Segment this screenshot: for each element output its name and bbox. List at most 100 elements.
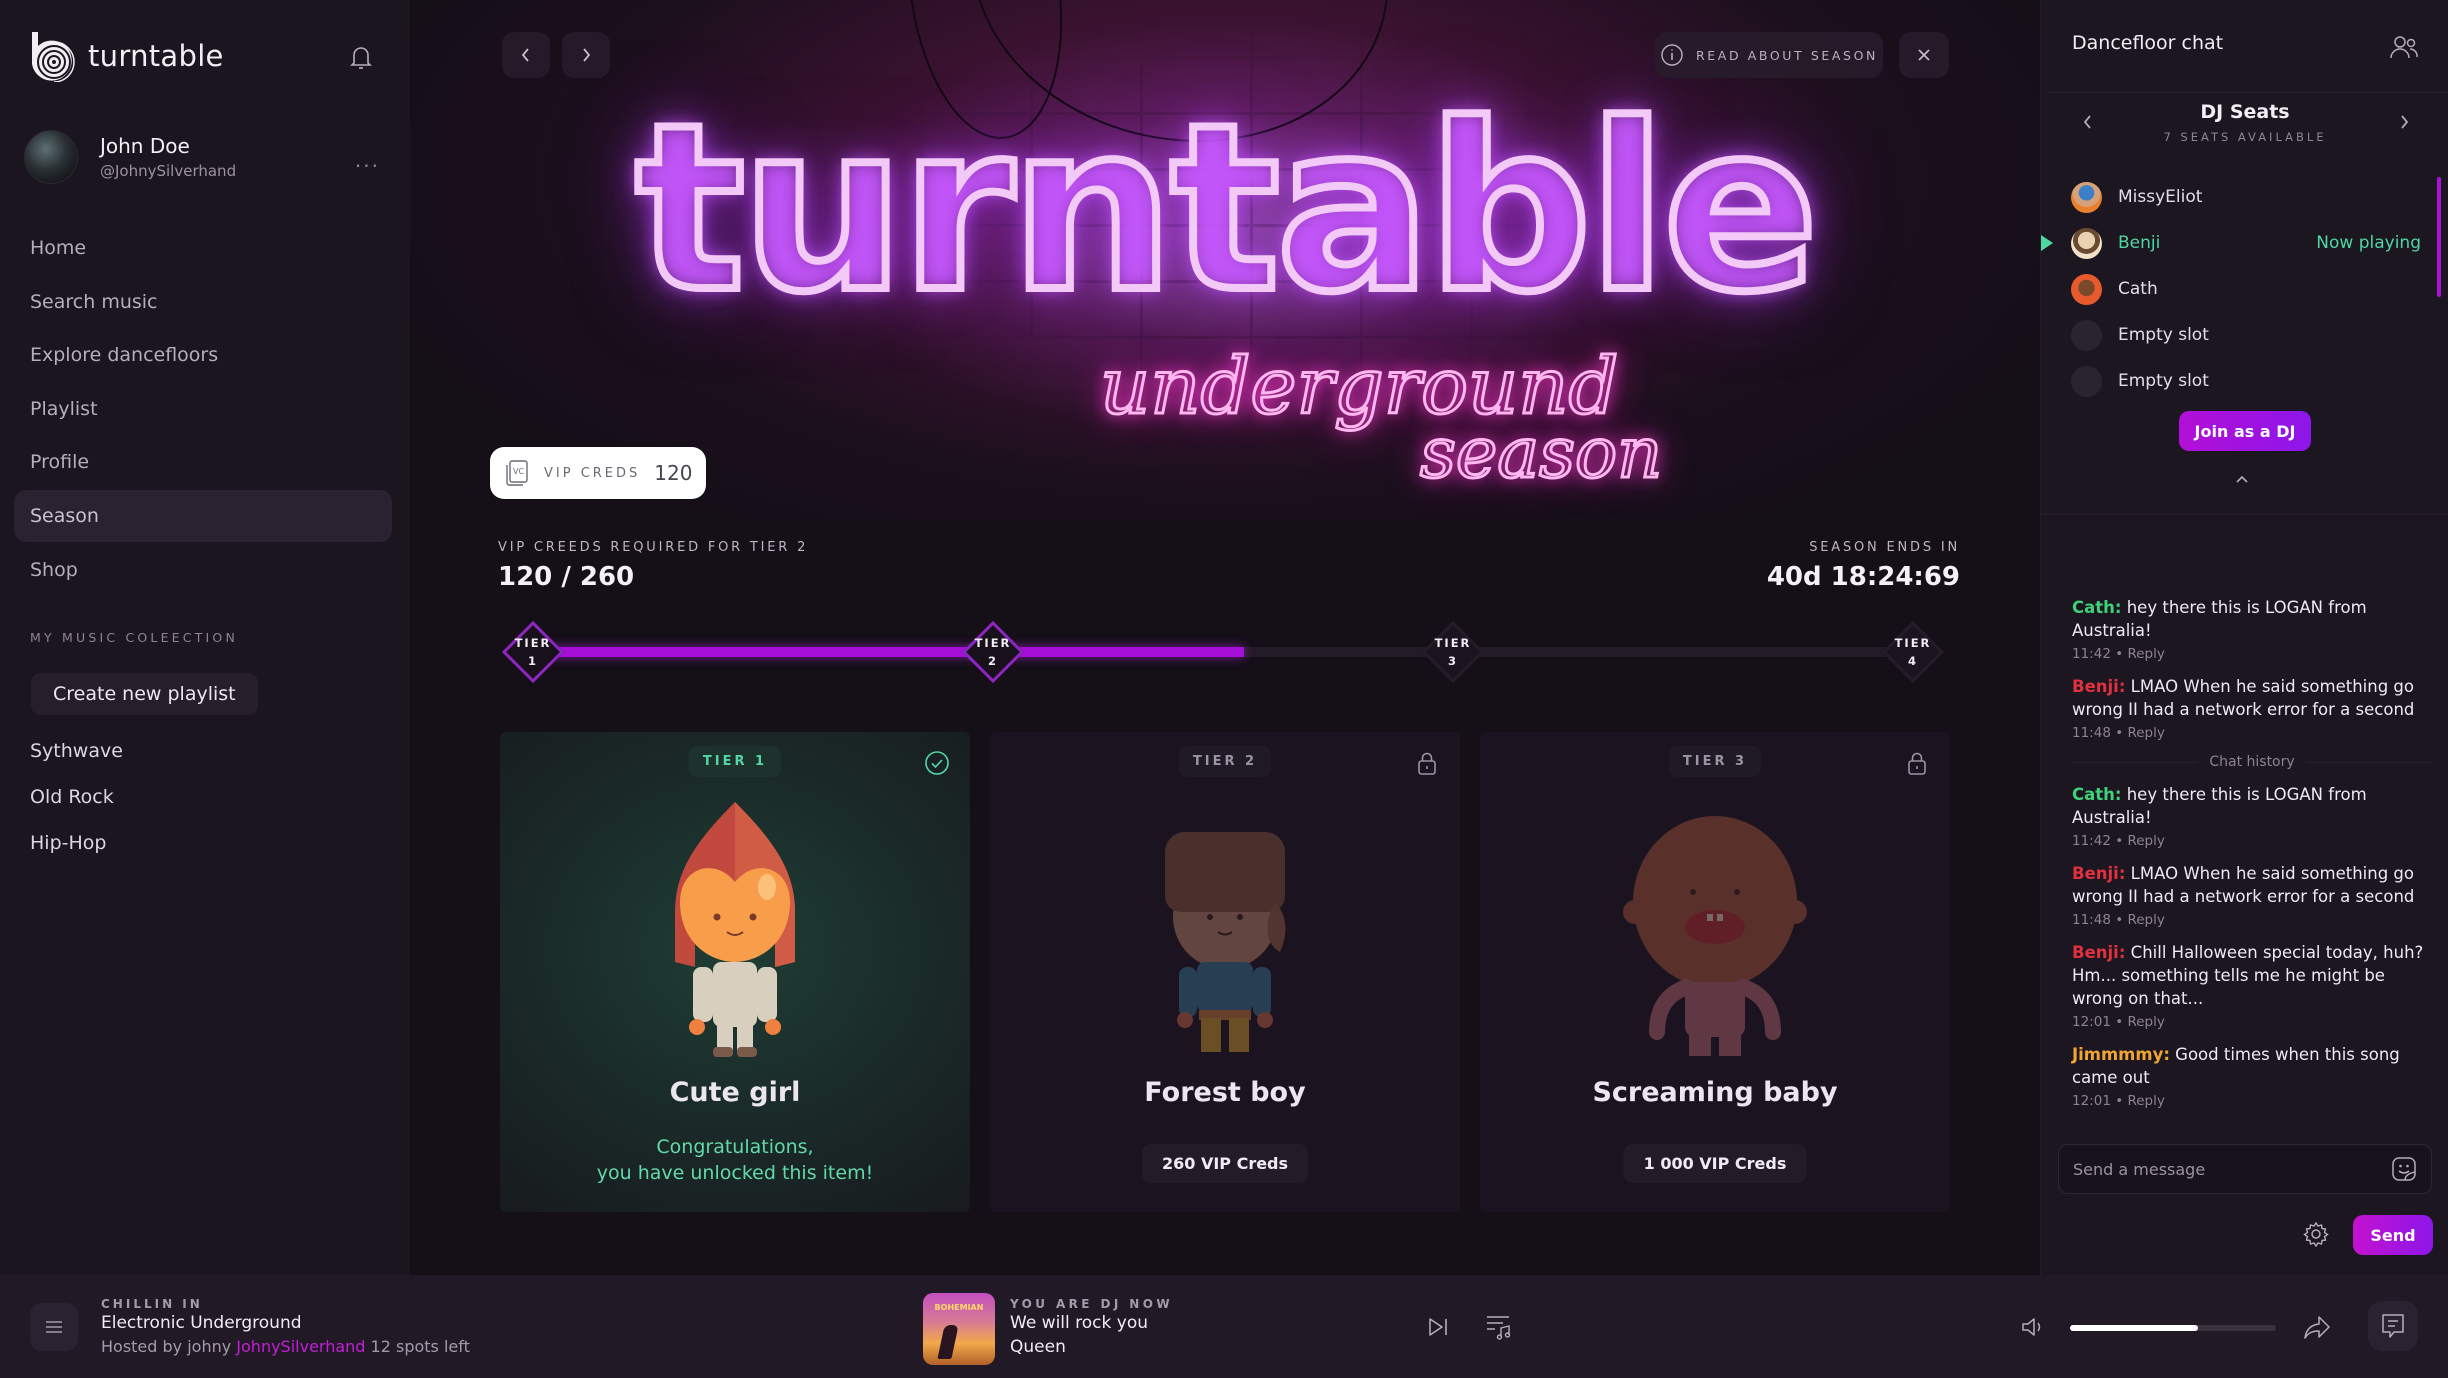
tier-marker-3[interactable]: TIER 3 (1421, 620, 1485, 684)
tier-marker-1[interactable]: TIER 1 (501, 620, 565, 684)
tier-label: TIER 2 (974, 636, 1012, 668)
dj-seat-list: MissyEliot Benji Now playing Cath Empty … (2041, 174, 2421, 404)
reply-link[interactable]: Reply (2127, 1093, 2164, 1109)
tier-label: TIER 4 (1894, 636, 1932, 668)
playlist-item[interactable]: Sythwave (30, 728, 123, 774)
music-queue-icon[interactable] (1483, 1311, 1515, 1343)
app-logo[interactable]: turntable (28, 30, 224, 82)
join-as-dj-button[interactable]: Join as a DJ (2179, 411, 2311, 451)
volume-icon[interactable] (2020, 1315, 2046, 1339)
tier-chip: TIER 2 (1178, 746, 1272, 777)
skip-next-icon[interactable] (1425, 1315, 1451, 1339)
read-about-label: READ ABOUT SEASON (1696, 47, 1878, 63)
nav-item-explore-dancefloors[interactable]: Explore dancefloors (14, 329, 392, 381)
reward-card-cute-girl[interactable]: TIER 1 Cute girl Congratulations, you ha… (500, 732, 970, 1212)
tier-progress-fill (533, 647, 1244, 657)
playlist-list: Sythwave Old Rock Hip-Hop (30, 728, 123, 866)
reward-card-forest-boy[interactable]: TIER 2 Forest boy 260 VIP Creds (990, 732, 1460, 1212)
dj-seat[interactable]: Cath (2071, 266, 2421, 312)
message-input-box[interactable] (2058, 1144, 2432, 1194)
dj-seat-empty[interactable]: Empty slot (2071, 312, 2421, 358)
message-author[interactable]: Cath: (2072, 785, 2121, 804)
main-nav: Home Search music Explore dancefloors Pl… (14, 222, 392, 597)
dj-seats-next-button[interactable] (2397, 112, 2411, 136)
message-author[interactable]: Benji: (2072, 677, 2125, 696)
message-input[interactable] (2073, 1159, 2391, 1179)
users-icon[interactable] (2389, 34, 2419, 60)
nav-item-home[interactable]: Home (14, 222, 392, 274)
room-menu-button[interactable] (30, 1303, 78, 1351)
dj-name: Benji (2118, 233, 2161, 253)
notification-bell-icon[interactable] (346, 42, 376, 72)
tier-marker-2[interactable]: TIER 2 (961, 620, 1025, 684)
chat-message: Cath: hey there this is LOGAN from Austr… (2072, 598, 2367, 662)
chat-message: Benji: Chill Halloween special today, hu… (2072, 943, 2424, 1030)
divider (2049, 92, 2448, 93)
forest-boy-character (1165, 832, 1286, 1052)
season-countdown: 40d 18:24:69 (1766, 562, 1960, 592)
room-name[interactable]: Electronic Underground (101, 1313, 302, 1333)
dj-seat[interactable]: MissyEliot (2071, 174, 2421, 220)
nav-item-profile[interactable]: Profile (14, 436, 392, 488)
message-author[interactable]: Benji: (2072, 943, 2125, 962)
screaming-baby-character (1623, 816, 1807, 1056)
tier-label: TIER 3 (1434, 636, 1472, 668)
chat-toggle-button[interactable] (2368, 1301, 2418, 1351)
nav-item-search-music[interactable]: Search music (14, 276, 392, 328)
reward-name: Screaming baby (1592, 1077, 1838, 1108)
share-icon[interactable] (2302, 1313, 2332, 1341)
more-options-icon[interactable]: ... (355, 148, 380, 172)
settings-gear-icon[interactable] (2303, 1221, 2329, 1247)
dj-avatar (2071, 273, 2102, 305)
chat-message: Jimmmmy: Good times when this song came … (2072, 1045, 2400, 1109)
message-author[interactable]: Benji: (2072, 864, 2125, 883)
dj-seat-empty[interactable]: Empty slot (2071, 358, 2421, 404)
playlist-item[interactable]: Hip-Hop (30, 820, 123, 866)
collapse-seats-button[interactable] (2234, 472, 2250, 488)
turntable-logo-icon (32, 32, 75, 82)
user-profile[interactable]: John Doe @JohnySilverhand ... (24, 130, 380, 184)
dj-seats-available: 7 SEATS AVAILABLE (2163, 130, 2327, 144)
chat-bubble-icon (2382, 1314, 2404, 1338)
lock-icon (1418, 752, 1436, 775)
vip-creds-icon: VC (506, 460, 528, 486)
message-author[interactable]: Cath: (2072, 598, 2121, 617)
album-art: BOHEMIAN (923, 1293, 995, 1365)
tier-chip: TIER 1 (688, 746, 782, 777)
back-button[interactable] (502, 32, 550, 78)
tier-label: TIER 1 (514, 636, 552, 668)
close-icon (1918, 49, 1930, 61)
season-hero-banner: turntable underground season (410, 0, 2040, 520)
cute-girl-character (675, 802, 795, 1057)
reply-link[interactable]: Reply (2127, 646, 2164, 662)
tier-marker-4[interactable]: TIER 4 (1881, 620, 1945, 684)
volume-slider[interactable] (2070, 1325, 2276, 1331)
sticker-icon[interactable] (2391, 1156, 2417, 1182)
create-playlist-button[interactable]: Create new playlist (31, 673, 258, 715)
vip-creds-value: 120 (654, 461, 693, 485)
forward-button[interactable] (562, 32, 610, 78)
message-time: 12:01 (2072, 1093, 2111, 1109)
reward-card-screaming-baby[interactable]: TIER 3 Screaming baby 1 000 VIP Creds (1480, 732, 1950, 1212)
message-author[interactable]: Jimmmmy: (2072, 1045, 2170, 1064)
hamburger-icon (46, 1321, 62, 1333)
dj-seat-now-playing[interactable]: Benji Now playing (2041, 220, 2421, 266)
read-about-season-button[interactable]: READ ABOUT SEASON (1655, 32, 1883, 78)
room-host-info: Hosted by johny JohnySilverhand 12 spots… (101, 1337, 470, 1356)
reply-link[interactable]: Reply (2127, 725, 2164, 741)
host-link[interactable]: JohnySilverhand (236, 1337, 365, 1356)
message-time: 11:48 (2072, 725, 2111, 741)
dj-seats-scrollbar[interactable] (2437, 177, 2441, 297)
playlist-item[interactable]: Old Rock (30, 774, 123, 820)
nav-item-playlist[interactable]: Playlist (14, 383, 392, 435)
reply-link[interactable]: Reply (2127, 833, 2164, 849)
close-button[interactable] (1899, 32, 1949, 78)
send-button[interactable]: Send (2353, 1215, 2433, 1255)
chevron-right-icon (2401, 115, 2409, 129)
reply-link[interactable]: Reply (2127, 1014, 2164, 1030)
empty-avatar (2071, 319, 2102, 351)
nav-item-shop[interactable]: Shop (14, 544, 392, 596)
reply-link[interactable]: Reply (2127, 912, 2164, 928)
nav-item-season[interactable]: Season (14, 489, 392, 542)
neon-title: turntable (631, 76, 1822, 343)
